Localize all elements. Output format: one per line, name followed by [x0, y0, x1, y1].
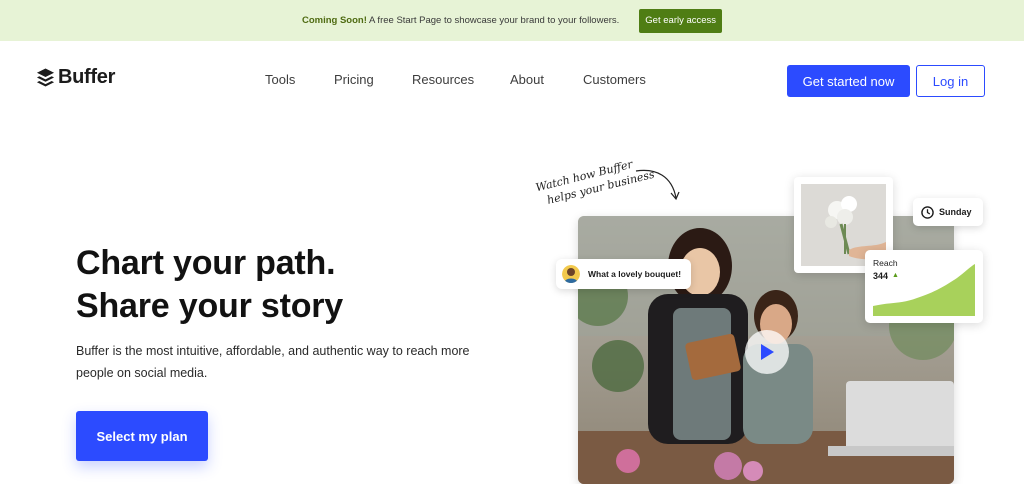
- avatar: [562, 265, 580, 283]
- announcement-message: A free Start Page to showcase your brand…: [368, 15, 620, 26]
- nav-item-tools[interactable]: Tools: [265, 72, 295, 87]
- hero-title: Chart your path. Share your story: [76, 242, 343, 328]
- reach-area-chart: [873, 264, 975, 316]
- get-early-access-button[interactable]: Get early access: [639, 8, 723, 33]
- brand-name: Buffer: [58, 66, 116, 88]
- play-icon: [761, 344, 774, 360]
- comment-bubble: What a lovely bouquet!: [556, 259, 692, 289]
- schedule-day-card: Sunday: [913, 198, 983, 226]
- get-started-button[interactable]: Get started now: [787, 65, 910, 97]
- announcement-text: Coming Soon! A free Start Page to showca…: [302, 15, 619, 26]
- play-button[interactable]: [745, 330, 789, 374]
- announcement-highlight: Coming Soon!: [301, 15, 367, 26]
- reach-card: Reach 344 ▲: [865, 250, 983, 323]
- select-plan-button[interactable]: Select my plan: [76, 411, 208, 461]
- day-label: Sunday: [939, 207, 972, 217]
- announcement-bar: Coming Soon! A free Start Page to showca…: [0, 0, 1024, 41]
- stack-icon: [36, 68, 55, 87]
- hero-subtitle: Buffer is the most intuitive, affordable…: [76, 344, 470, 380]
- nav-item-pricing[interactable]: Pricing: [334, 72, 374, 87]
- clock-icon: [921, 205, 934, 219]
- hero-title-line1: Chart your path.: [76, 244, 336, 282]
- nav-item-customers[interactable]: Customers: [583, 72, 646, 87]
- nav-item-resources[interactable]: Resources: [412, 72, 474, 87]
- hero-title-line2: Share your story: [76, 287, 344, 325]
- buffer-logo[interactable]: Buffer: [36, 66, 115, 89]
- curved-arrow-icon: [635, 169, 680, 201]
- login-button[interactable]: Log in: [916, 65, 985, 97]
- avatar-image: [562, 265, 580, 283]
- comment-text: What a lovely bouquet!: [588, 269, 682, 279]
- nav-item-about[interactable]: About: [510, 72, 544, 87]
